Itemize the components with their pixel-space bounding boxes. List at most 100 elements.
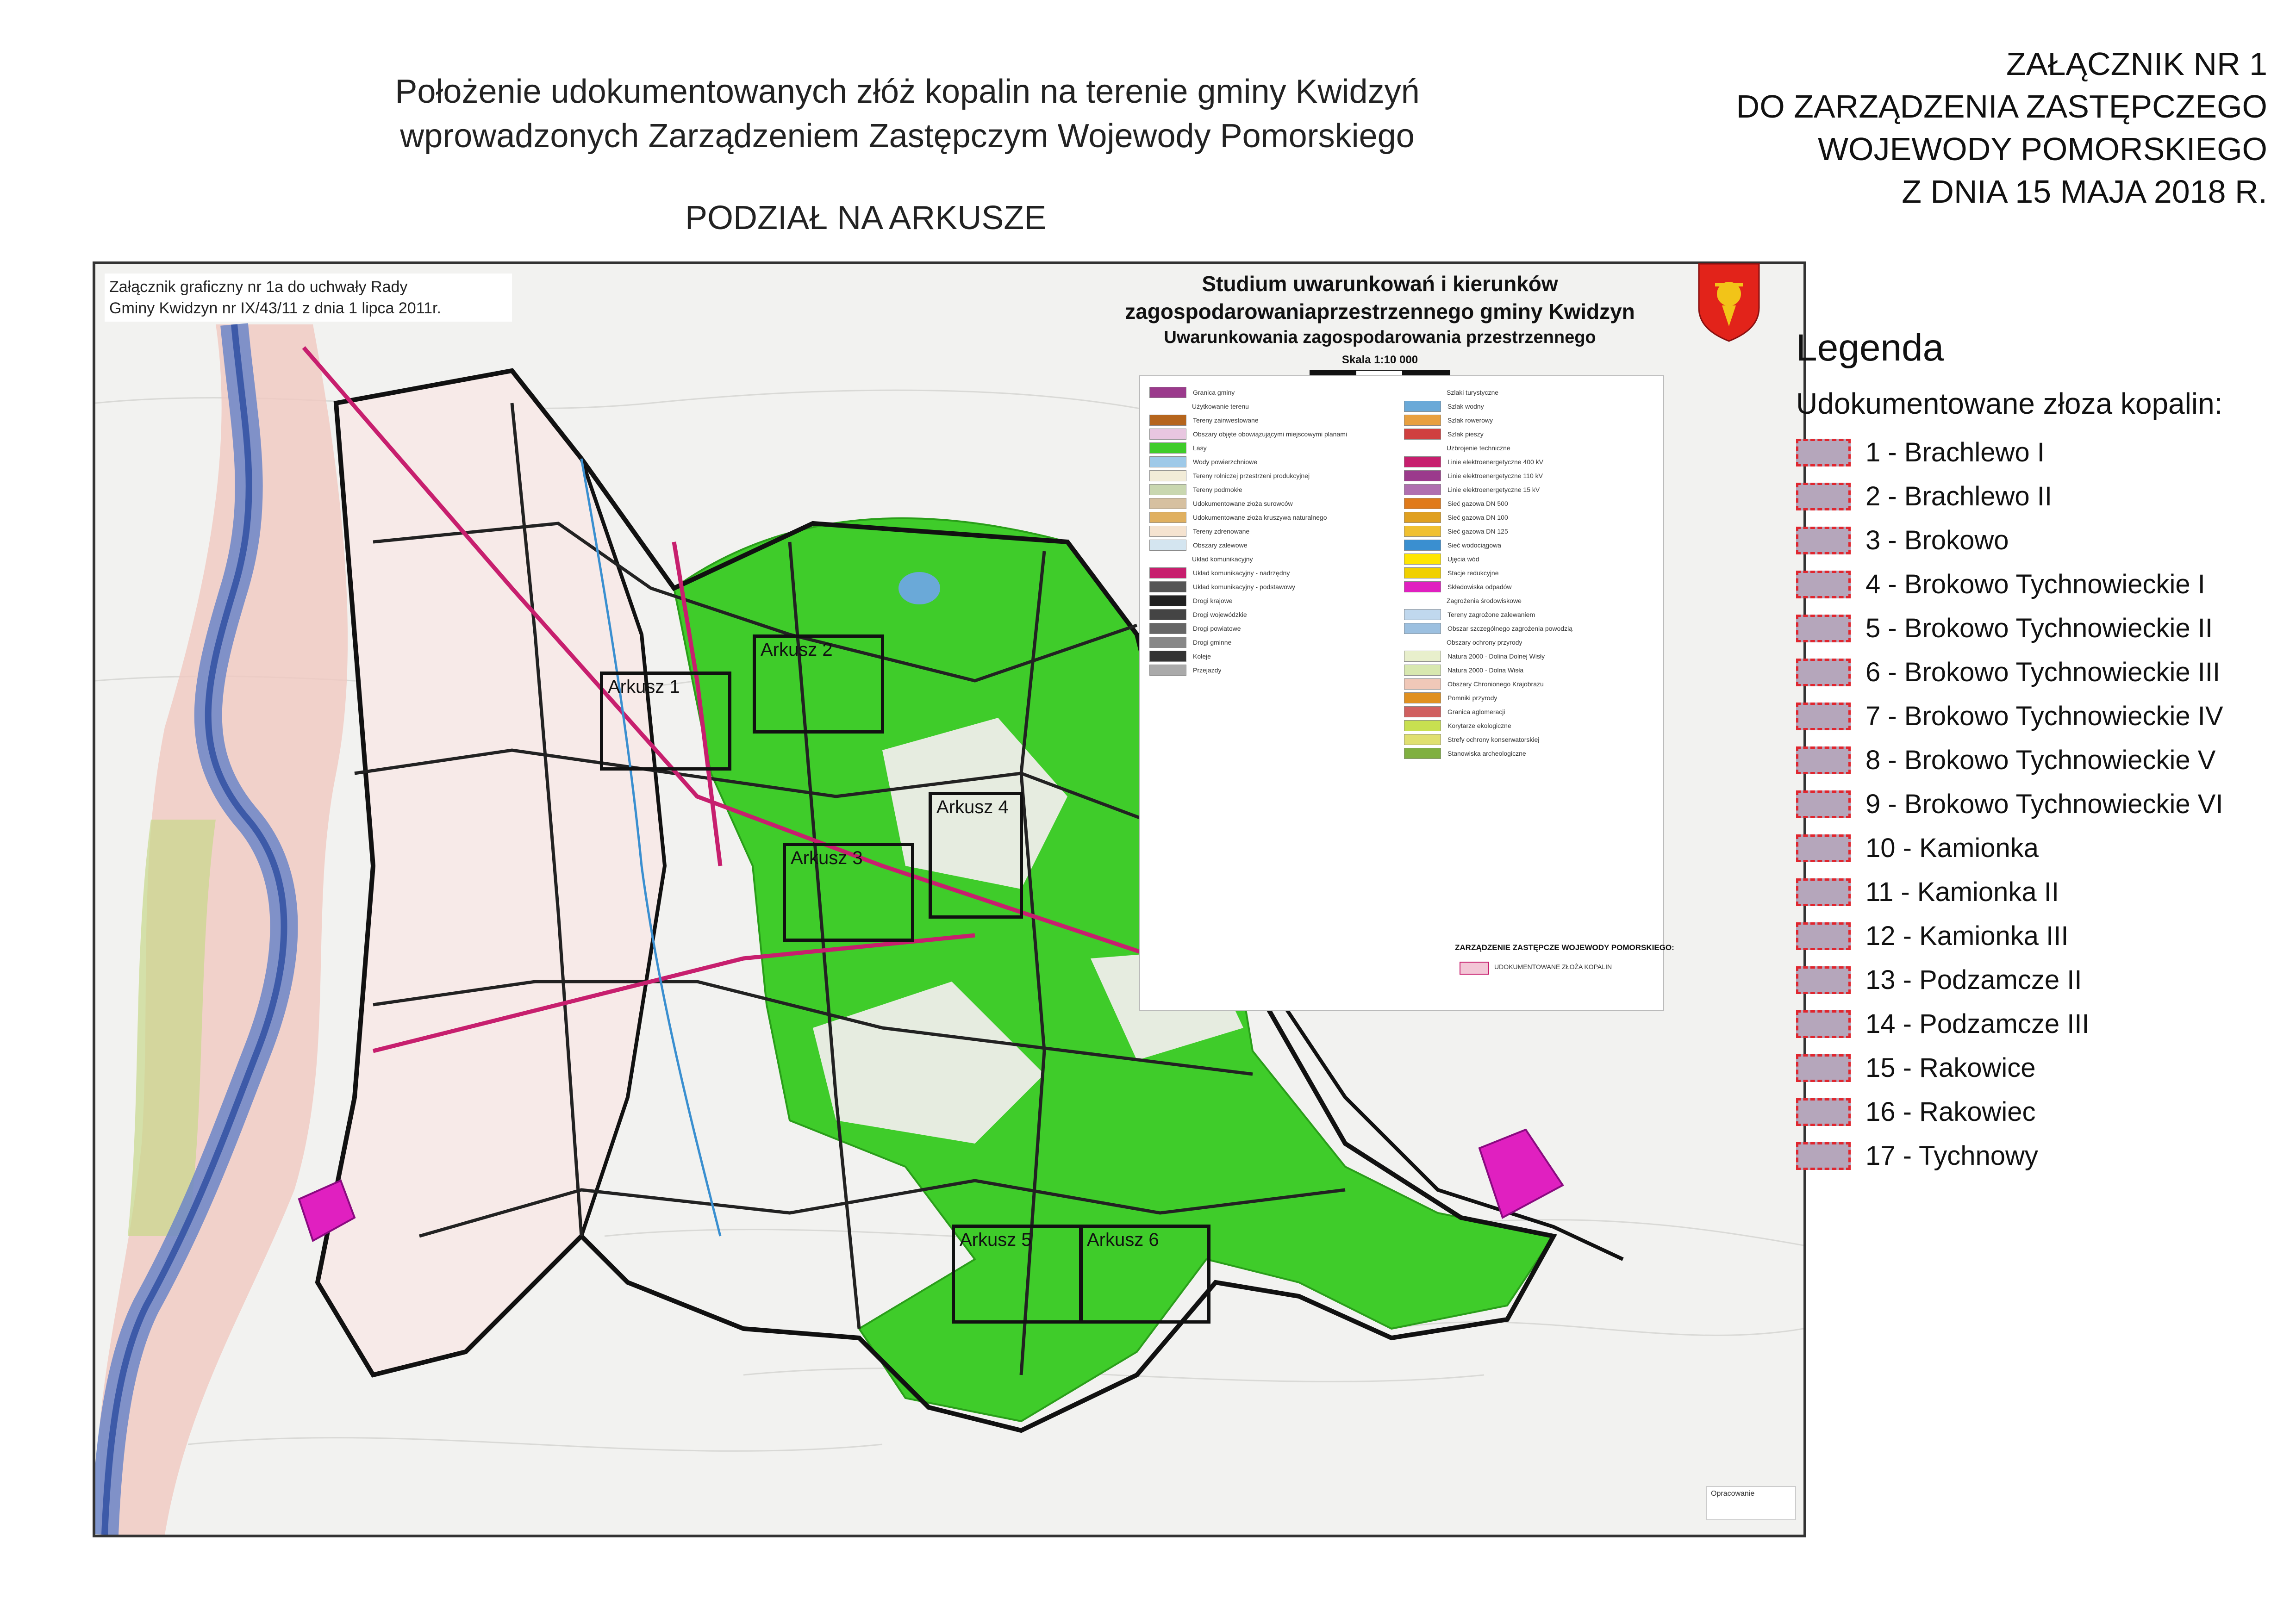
map-legend-label: Stanowiska archeologiczne [1447, 750, 1526, 757]
map-legend-swatch [1149, 470, 1186, 481]
map-legend-label: Ujęcia wód [1447, 555, 1479, 563]
deposit-legend-swatch [1796, 658, 1851, 686]
map-legend-swatch [1149, 540, 1186, 551]
sheet-4[interactable]: Arkusz 4 [929, 792, 1023, 919]
map-legend-row: Korytarze ekologiczne [1404, 719, 1654, 733]
map-legend-label: Natura 2000 - Dolna Wisła [1447, 666, 1524, 674]
map-legend-swatch [1404, 734, 1441, 745]
sheet-3[interactable]: Arkusz 3 [783, 843, 914, 942]
map-legend-swatch [1404, 553, 1441, 565]
legend-item-label: 17 - Tychnowy [1866, 1141, 2038, 1171]
map-legend-row: Tereny zagrożone zalewaniem [1404, 608, 1654, 622]
map-title-line-2: wprowadzonych Zarządzeniem Zastępczym Wo… [400, 118, 1415, 155]
map-legend-swatch [1149, 526, 1186, 537]
legend-item-label: 3 - Brokowo [1866, 525, 2009, 555]
deposit-legend-swatch [1796, 1098, 1851, 1126]
sheet-2[interactable]: Arkusz 2 [753, 634, 884, 734]
map-legend-row: Zagrożenia środowiskowe [1404, 594, 1654, 608]
deposit-legend-swatch [1796, 482, 1851, 510]
map-legend-label: Uzbrojenie techniczne [1447, 444, 1510, 452]
legend-item: 17 - Tychnowy [1796, 1134, 2223, 1178]
map-legend-row: Drogi krajowe [1149, 594, 1399, 608]
sheet-1[interactable]: Arkusz 1 [600, 672, 731, 771]
map-legend-swatch [1149, 609, 1186, 620]
map-legend-row: Granica gminy [1149, 386, 1399, 399]
map-legend-label: Drogi powiatowe [1193, 625, 1241, 632]
sheet-6-label: Arkusz 6 [1087, 1230, 1159, 1250]
map-frame[interactable]: Załącznik graficzny nr 1a do uchwały Rad… [93, 261, 1806, 1537]
study-title-line-2: zagospodarowaniaprzestrzennego gminy Kwi… [1125, 299, 1635, 323]
legend-item-label: 14 - Podzamcze III [1866, 1009, 2090, 1039]
legend-item-label: 5 - Brokowo Tychnowieckie II [1866, 613, 2213, 643]
map-legend-label: Sieć wodociągowa [1447, 541, 1501, 549]
map-legend-swatch [1404, 567, 1441, 578]
map-legend-swatch [1404, 692, 1441, 703]
map-legend-row: Obszary zalewowe [1149, 538, 1399, 552]
map-legend-label: Szlak wodny [1447, 403, 1484, 410]
map-legend-swatch [1404, 401, 1441, 412]
author-note: Opracowanie [1711, 1490, 1755, 1498]
map-legend-row: Drogi powiatowe [1149, 622, 1399, 635]
map-legend-row: Szlaki turystyczne [1404, 386, 1654, 399]
order-heading: ZARZĄDZENIE ZASTĘPCZE WOJEWODY POMORSKIE… [1455, 943, 1674, 952]
map-legend-label: Szlak pieszy [1447, 430, 1484, 438]
legend-item-label: 4 - Brokowo Tychnowieckie I [1866, 569, 2205, 599]
map-legend-label: Natura 2000 - Dolina Dolnej Wisły [1447, 653, 1545, 660]
deposit-legend-swatch [1796, 966, 1851, 994]
map-legend-row: Linie elektroenergetyczne 15 kV [1404, 483, 1654, 497]
map-legend-label: Tereny rolniczej przestrzeni produkcyjne… [1193, 472, 1310, 479]
map-legend-swatch [1404, 623, 1441, 634]
sheet-3-label: Arkusz 3 [791, 848, 863, 868]
map-legend-label: Obszary Chronionego Krajobrazu [1447, 680, 1544, 688]
map-legend-swatch [1404, 498, 1441, 509]
legend-item-label: 2 - Brachlewo II [1866, 481, 2052, 511]
map-legend-row: Strefy ochrony konserwatorskiej [1404, 733, 1654, 746]
map-legend-swatch [1404, 415, 1441, 426]
legend-title: Legenda [1796, 327, 1944, 369]
map-legend-swatch [1149, 484, 1186, 495]
map-legend-row: Obszary ochrony przyrody [1404, 635, 1654, 649]
annex-heading: ZAŁĄCZNIK NR 1 DO ZARZĄDZENIA ZASTĘPCZEG… [1736, 43, 2267, 213]
map-legend-row: Przejazdy [1149, 663, 1399, 677]
map-legend-label: Użytkowanie terenu [1192, 403, 1249, 410]
map-legend-row: Drogi wojewódzkie [1149, 608, 1399, 622]
map-legend-swatch [1149, 651, 1186, 662]
author-box: Opracowanie [1706, 1486, 1796, 1520]
map-legend-swatch [1149, 387, 1186, 398]
map-legend-row: Układ komunikacyjny - podstawowy [1149, 580, 1399, 594]
sheet-5[interactable]: Arkusz 5 [952, 1225, 1083, 1324]
map-legend-label: Sieć gazowa DN 100 [1447, 514, 1508, 521]
map-legend-label: Linie elektroenergetyczne 400 kV [1447, 458, 1544, 466]
sheet-6[interactable]: Arkusz 6 [1079, 1225, 1210, 1324]
map-legend-label: Sieć gazowa DN 125 [1447, 528, 1508, 535]
legend-item: 4 - Brokowo Tychnowieckie I [1796, 562, 2223, 606]
study-title-line-1: Studium uwarunkowań i kierunków [1202, 272, 1558, 296]
map-title: Położenie udokumentowanych złóż kopalin … [259, 69, 1555, 158]
map-legend-swatch [1149, 595, 1186, 606]
map-legend-label: Szlaki turystyczne [1447, 389, 1499, 396]
map-legend-swatch [1149, 554, 1185, 564]
legend-item: 11 - Kamionka II [1796, 870, 2223, 914]
map-legend-row: Natura 2000 - Dolna Wisła [1404, 663, 1654, 677]
map-legend-swatch [1404, 678, 1441, 690]
annex-line-4: Z DNIA 15 MAJA 2018 R. [1902, 174, 2267, 210]
map-legend-row: Tereny zainwestowane [1149, 413, 1399, 427]
map-legend-label: Układ komunikacyjny - nadrzędny [1193, 569, 1290, 577]
map-legend-label: Składowiska odpadów [1447, 583, 1512, 591]
map-legend-label: Tereny zdrenowane [1193, 528, 1250, 535]
order-legend-swatch [1460, 962, 1489, 975]
map-legend-row: Stacje redukcyjne [1404, 566, 1654, 580]
attachment-note: Załącznik graficzny nr 1a do uchwały Rad… [105, 274, 512, 322]
map-legend-row: Sieć wodociągowa [1404, 538, 1654, 552]
map-legend-label: Układ komunikacyjny - podstawowy [1193, 583, 1295, 591]
map-legend-row: Obszar szczególnego zagrożenia powodzią [1404, 622, 1654, 635]
map-legend-row: Obszary objęte obowiązującymi miejscowym… [1149, 427, 1399, 441]
map-legend-swatch [1149, 665, 1186, 676]
study-title: Studium uwarunkowań i kierunków zagospod… [1067, 270, 1692, 376]
map-legend-swatch [1149, 512, 1186, 523]
map-legend-swatch [1404, 470, 1441, 481]
map-legend-label: Układ komunikacyjny [1192, 555, 1253, 563]
map-legend-label: Drogi wojewódzkie [1193, 611, 1247, 618]
map-legend-right: Szlaki turystyczne Szlak wodny Szlak rower… [1404, 386, 1654, 760]
map-legend-row: Ujęcia wód [1404, 552, 1654, 566]
